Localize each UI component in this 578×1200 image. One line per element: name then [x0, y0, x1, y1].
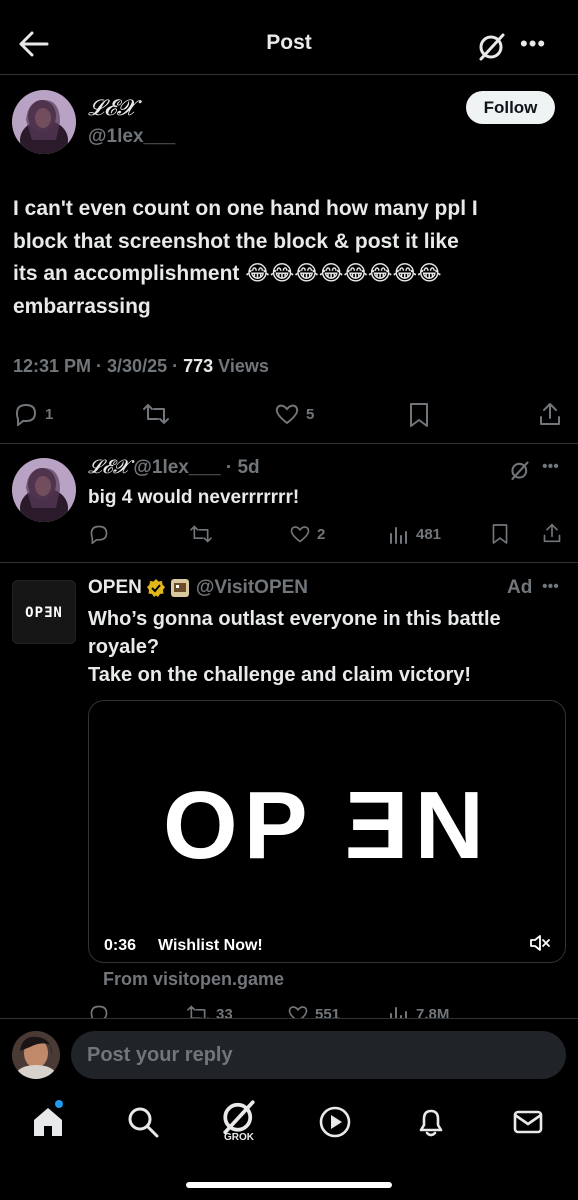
ad-source-link[interactable]: From visitopen.game: [103, 969, 284, 990]
post-text: I can't even count on one hand how many …: [13, 193, 563, 323]
divider: [0, 74, 578, 75]
reply-icon: [90, 525, 108, 544]
heart-icon: [290, 526, 310, 543]
post-text-line: block that screenshot the block & post i…: [13, 229, 459, 253]
verified-badge-icon: [146, 579, 165, 597]
views-label: Views: [213, 356, 269, 376]
tab-grok[interactable]: [219, 1096, 259, 1136]
reply-action[interactable]: 1: [13, 402, 53, 426]
mute-icon[interactable]: [529, 933, 551, 953]
ad-logo[interactable]: OPƎN: [12, 580, 76, 644]
grok-icon: [223, 1100, 255, 1135]
ad-header: OPEN @VisitOPEN: [88, 577, 308, 599]
like-action[interactable]: 5: [274, 402, 314, 426]
tab-home[interactable]: [28, 1102, 68, 1142]
tab-messages[interactable]: [508, 1102, 548, 1142]
like-count: 5: [306, 405, 315, 423]
ad-label: Ad: [507, 577, 533, 598]
share-icon: [543, 523, 561, 543]
game-avatar-icon: [170, 579, 189, 597]
search-icon: [128, 1107, 159, 1138]
reply-icon: [15, 403, 37, 426]
more-options-icon[interactable]: •••: [542, 458, 559, 476]
author-name[interactable]: 𝓛𝓔𝓧: [88, 96, 134, 121]
play-icon: [319, 1106, 351, 1138]
ad-text-line: Who’s gonna outlast everyone in this bat…: [88, 608, 501, 630]
tab-video[interactable]: [315, 1102, 355, 1142]
grok-icon[interactable]: [509, 459, 531, 481]
avatar[interactable]: [12, 458, 76, 522]
repost-icon: [143, 403, 169, 425]
wishlist-cta[interactable]: Wishlist Now!: [158, 937, 263, 955]
share-icon: [540, 403, 560, 425]
like-count: 2: [317, 525, 326, 543]
avatar[interactable]: [12, 1031, 60, 1079]
notification-dot: [55, 1100, 63, 1108]
divider: [0, 443, 578, 444]
video-frame-logo: OP ƎN: [163, 772, 490, 879]
reply-count: 1: [45, 405, 54, 423]
reply-input[interactable]: Post your reply: [71, 1031, 566, 1079]
mail-icon: [513, 1110, 543, 1134]
ad-text: Who’s gonna outlast everyone in this bat…: [88, 605, 558, 689]
post-text-line: embarrassing: [13, 294, 151, 318]
views-count: 481: [416, 525, 442, 543]
ad-text-line: royale?: [88, 636, 160, 658]
tab-search[interactable]: [123, 1102, 163, 1142]
repost-action[interactable]: [142, 402, 170, 426]
post-timestamp: 12:31 PM · 3/30/25 ·: [13, 356, 184, 376]
home-icon: [34, 1108, 62, 1136]
heart-icon: [275, 404, 299, 425]
share-action[interactable]: [538, 401, 562, 427]
post-text-line: its an accomplishment 😂😂😂😂😂😂😂😂: [13, 262, 442, 285]
views-chart-icon: [390, 527, 407, 544]
post-text-line: I can't even count on one hand how many …: [13, 197, 478, 220]
ad-video[interactable]: OP ƎN 0:36 Wishlist Now!: [88, 700, 566, 963]
bookmark-icon: [492, 524, 508, 544]
tab-notifications[interactable]: [411, 1102, 451, 1142]
tab-grok-label: GROK: [224, 1132, 254, 1143]
more-options-icon[interactable]: •••: [542, 578, 559, 596]
bell-icon: [419, 1109, 443, 1137]
bookmark-action[interactable]: [408, 402, 430, 428]
more-options-icon[interactable]: •••: [520, 32, 550, 56]
repost-action[interactable]: [189, 524, 213, 544]
views-count: 773: [183, 356, 214, 376]
share-action[interactable]: [542, 522, 562, 544]
reply-author-handle[interactable]: @1lex___: [133, 457, 220, 478]
reply-age: · 5d: [225, 457, 260, 478]
views-action[interactable]: 481: [388, 524, 441, 544]
post-meta: 12:31 PM · 3/30/25 · 773 Views: [13, 356, 269, 377]
bookmark-icon: [410, 403, 428, 427]
reply-author-name[interactable]: 𝓛𝓔𝓧: [88, 456, 128, 478]
author-handle[interactable]: @1lex___: [88, 126, 175, 148]
reply-header: 𝓛𝓔𝓧 @1lex___ · 5d: [88, 456, 260, 479]
grok-icon[interactable]: [476, 30, 508, 62]
video-time: 0:36: [104, 937, 137, 954]
avatar[interactable]: [12, 90, 76, 154]
home-indicator: [186, 1182, 392, 1188]
reply-text: big 4 would neverrrrrrr!: [88, 487, 300, 508]
ad-author-name[interactable]: OPEN: [88, 577, 142, 599]
reply-composer: Post your reply: [0, 1018, 578, 1090]
like-action[interactable]: 2: [289, 524, 325, 544]
follow-button[interactable]: Follow: [466, 91, 555, 124]
reply-action[interactable]: [88, 524, 110, 544]
divider: [0, 562, 578, 563]
bookmark-action[interactable]: [491, 523, 509, 545]
ad-author-handle[interactable]: @VisitOPEN: [196, 577, 308, 599]
tab-bar: GROK: [0, 1090, 578, 1200]
ad-text-line: Take on the challenge and claim victory!: [88, 664, 472, 686]
repost-icon: [190, 525, 212, 543]
